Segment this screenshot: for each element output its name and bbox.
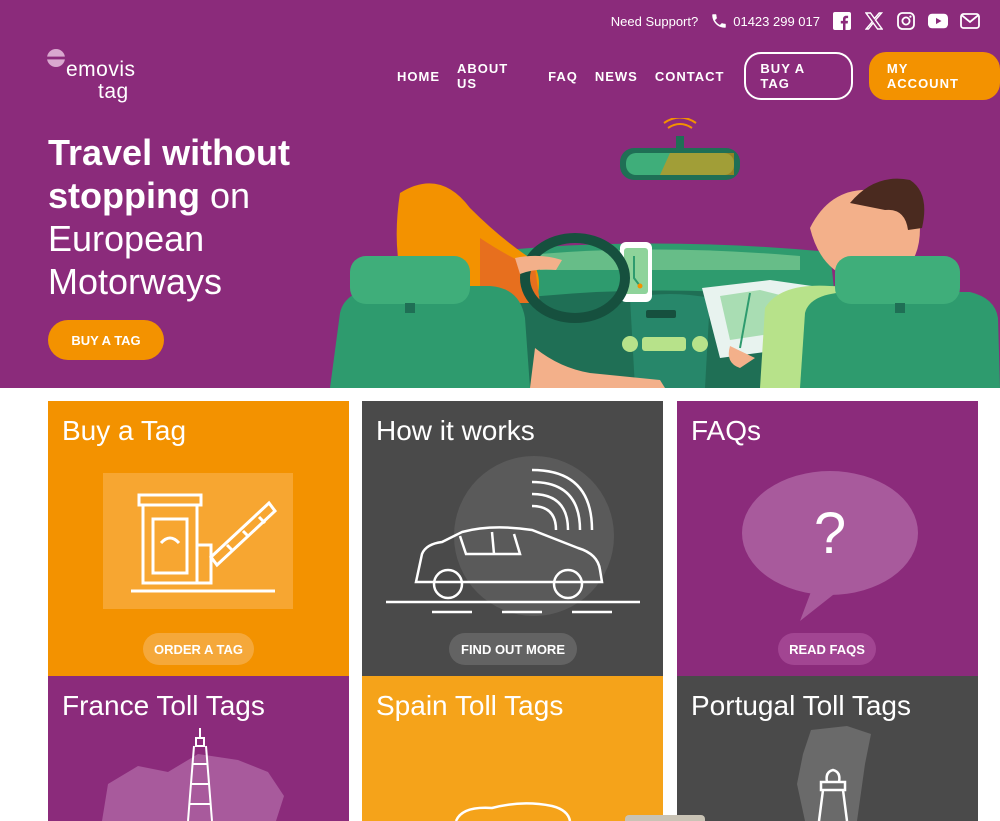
nav-my-account-button[interactable]: MY ACCOUNT — [868, 52, 1000, 100]
card-title: Spain Toll Tags — [376, 690, 564, 721]
card-title: France Toll Tags — [62, 690, 265, 721]
card-buy-a-tag[interactable]: Buy a Tag ORDER A TAG — [48, 401, 349, 676]
question-bubble-icon: ? — [742, 471, 918, 621]
hero-title-line1: Travel without — [48, 132, 291, 173]
mail-icon[interactable] — [960, 11, 980, 31]
instagram-icon[interactable] — [896, 11, 916, 31]
car-interior-illustration — [330, 118, 1000, 388]
hero-title: Travel without stopping on European Moto… — [48, 131, 308, 303]
hero-title-line3: European — [48, 218, 205, 259]
card-title: How it works — [376, 415, 535, 446]
portugal-map-icon — [797, 726, 871, 821]
nav-news[interactable]: NEWS — [595, 69, 638, 84]
nav-faq[interactable]: FAQ — [548, 69, 578, 84]
phone-link[interactable]: 01423 299 017 — [710, 12, 820, 30]
find-out-more-button[interactable]: FIND OUT MORE — [449, 633, 577, 665]
facebook-icon[interactable] — [832, 11, 852, 31]
hero-banner: Need Support? 01423 299 017 emovis tag H… — [0, 0, 1000, 388]
hero-title-line2-bold: stopping — [48, 175, 200, 216]
emovis-tag-logo[interactable]: emovis tag — [46, 46, 146, 108]
read-faqs-button[interactable]: READ FAQS — [778, 633, 876, 665]
card-title: Portugal Toll Tags — [691, 690, 911, 721]
card-faqs[interactable]: FAQs ? READ FAQS — [677, 401, 978, 676]
chat-widget-tab[interactable] — [625, 815, 705, 821]
hero-buy-a-tag-button[interactable]: BUY A TAG — [48, 320, 164, 360]
nav-buy-a-tag-button[interactable]: BUY A TAG — [744, 52, 853, 100]
top-bar: Need Support? 01423 299 017 — [611, 10, 980, 32]
support-label: Need Support? — [610, 13, 699, 29]
card-france-toll-tags[interactable]: France Toll Tags — [48, 676, 349, 821]
phone-icon — [712, 14, 726, 28]
logo-mark-icon — [46, 49, 66, 67]
x-icon[interactable] — [864, 11, 884, 31]
card-portugal-toll-tags[interactable]: Portugal Toll Tags — [677, 676, 978, 821]
card-spain-toll-tags[interactable]: Spain Toll Tags — [362, 676, 663, 821]
card-title: Buy a Tag — [62, 415, 187, 446]
card-title: FAQs — [691, 415, 762, 446]
card-how-it-works[interactable]: How it works FIND OUT MORE — [362, 401, 663, 676]
order-a-tag-button[interactable]: ORDER A TAG — [143, 633, 254, 665]
france-map-icon — [102, 728, 284, 821]
nav-about-us[interactable]: ABOUT US — [457, 61, 531, 91]
hero-title-line2-rest: on — [199, 175, 251, 216]
spain-map-icon — [454, 802, 572, 821]
logo-text-emovis: emovis — [66, 58, 136, 81]
hero-title-line4: Motorways — [48, 261, 223, 302]
svg-text:?: ? — [814, 501, 846, 566]
phone-number: 01423 299 017 — [733, 13, 820, 29]
logo-text-tag: tag — [98, 80, 129, 103]
nav-home[interactable]: HOME — [397, 69, 440, 84]
main-nav: HOME ABOUT US FAQ NEWS CONTACT BUY A TAG… — [397, 52, 1000, 100]
nav-contact[interactable]: CONTACT — [655, 69, 725, 84]
car-signal-icon — [386, 456, 640, 616]
youtube-icon[interactable] — [928, 11, 948, 31]
toll-booth-icon — [103, 473, 293, 609]
